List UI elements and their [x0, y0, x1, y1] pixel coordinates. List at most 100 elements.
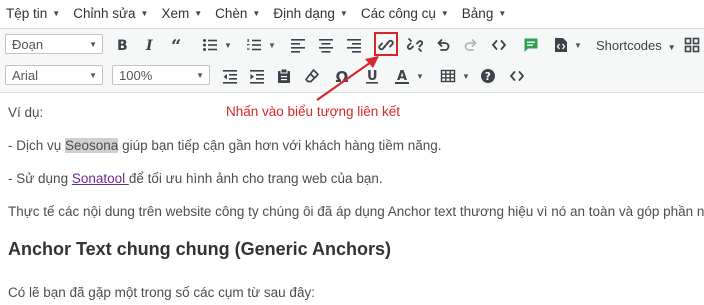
paragraph-sonatool: - Sử dụng Sonatool để tối ưu hình ảnh ch…: [8, 171, 383, 186]
format-select-value: Đoạn: [12, 36, 44, 52]
chevron-down-icon: ▼: [140, 8, 149, 18]
help-icon: ?: [481, 69, 495, 83]
bullet-list-button[interactable]: [198, 33, 222, 57]
paragraph-example: Ví dụ:: [8, 105, 43, 120]
redo-button[interactable]: [459, 33, 483, 57]
menu-insert-label: Chèn: [215, 5, 248, 21]
annotation-text: Nhấn vào biểu tượng liên kết: [226, 104, 400, 119]
italic-button[interactable]: I: [138, 33, 162, 57]
align-center-button[interactable]: [314, 33, 338, 57]
text: giúp bạn tiếp cận gần hơn với khách hàng…: [118, 138, 442, 153]
chevron-down-icon: ▼: [89, 40, 97, 49]
menu-tools[interactable]: Các công cụ ▼: [355, 0, 456, 26]
clipboard-icon: [278, 68, 290, 83]
special-character-button[interactable]: Ω: [330, 64, 354, 88]
heading-generic-anchors: Anchor Text chung chung (Generic Anchors…: [8, 239, 391, 260]
quote-icon: “: [171, 37, 181, 53]
omega-icon: Ω: [336, 68, 349, 84]
paragraph-example-text: Ví dụ:: [8, 105, 44, 120]
text: để tối ưu hình ảnh cho trang web của bạn…: [128, 171, 383, 186]
bullet-list-icon: [203, 39, 217, 51]
align-right-button[interactable]: [342, 33, 366, 57]
chevron-down-icon[interactable]: ▼: [462, 72, 470, 81]
menubar: Tệp tin ▼ Chỉnh sửa ▼ Xem ▼ Chèn ▼ Định dạng…: [0, 0, 704, 26]
svg-text:I: I: [145, 38, 153, 53]
menu-table[interactable]: Bảng ▼: [456, 0, 513, 26]
paragraph-phrases: Có lẽ bạn đã gặp một trong số các cụm từ…: [8, 285, 315, 300]
menu-format-label: Định dạng: [273, 5, 335, 21]
code-icon: [509, 71, 525, 81]
bold-button[interactable]: B: [110, 33, 134, 57]
underline-button[interactable]: U: [360, 64, 384, 88]
table-button[interactable]: [436, 64, 460, 88]
svg-text:?: ?: [485, 71, 491, 83]
chevron-down-icon[interactable]: ▼: [416, 72, 424, 81]
shortcodes-dropdown[interactable]: Shortcodes ▼: [596, 38, 676, 53]
font-size-select[interactable]: 100% ▼: [112, 65, 210, 85]
chevron-down-icon: ▼: [440, 8, 449, 18]
help-button[interactable]: ?: [476, 64, 500, 88]
svg-text:Ω: Ω: [336, 68, 349, 84]
menu-view-label: Xem: [161, 5, 190, 21]
blockquote-button[interactable]: “: [166, 33, 190, 57]
chevron-down-icon: ▼: [667, 43, 676, 52]
underline-icon: U: [366, 69, 378, 84]
menu-table-label: Bảng: [461, 5, 494, 21]
comment-icon: [524, 38, 538, 52]
toolbar-secondary: Arial ▼ 100% ▼ Ω U A ▼ ▼ ?: [0, 60, 704, 93]
editor-content[interactable]: Ví dụ: - Dịch vụ Seosona giúp bạn tiếp c…: [0, 93, 704, 305]
text: - Dịch vụ: [8, 138, 66, 153]
toolbar-toggle-button[interactable]: [680, 33, 704, 57]
chevron-down-icon[interactable]: ▼: [268, 41, 276, 50]
code-sample-button[interactable]: [549, 33, 573, 57]
eraser-icon: [305, 69, 319, 83]
source-code-button[interactable]: [487, 33, 511, 57]
sonatool-link[interactable]: Sonatool: [72, 171, 129, 186]
svg-text:“: “: [171, 37, 181, 53]
chevron-down-icon: ▼: [252, 8, 261, 18]
paragraph-practice-text: Thực tế các nội dung trên website công t…: [8, 204, 704, 219]
unlink-icon: [407, 38, 423, 52]
font-family-select[interactable]: Arial ▼: [5, 65, 103, 85]
numbered-list-button[interactable]: [242, 33, 266, 57]
chevron-down-icon: ▼: [196, 71, 204, 80]
paragraph-seosona: - Dịch vụ Seosona giúp bạn tiếp cận gần …: [8, 138, 442, 153]
chevron-down-icon: ▼: [52, 8, 61, 18]
chevron-down-icon: ▼: [89, 71, 97, 80]
paste-text-button[interactable]: [272, 64, 296, 88]
clear-formatting-button[interactable]: [300, 64, 324, 88]
chevron-down-icon: ▼: [339, 8, 348, 18]
svg-text:A: A: [397, 69, 407, 84]
code-button[interactable]: [505, 64, 529, 88]
format-select[interactable]: Đoạn ▼: [5, 34, 103, 54]
align-right-icon: [347, 39, 361, 53]
annotation-label: Nhấn vào biểu tượng liên kết: [226, 104, 400, 119]
chevron-down-icon[interactable]: ▼: [574, 41, 582, 50]
menu-edit-label: Chỉnh sửa: [73, 5, 136, 21]
indent-button[interactable]: [245, 64, 269, 88]
redo-icon: [464, 39, 477, 51]
align-left-button[interactable]: [286, 33, 310, 57]
undo-icon: [437, 39, 450, 51]
grid-icon: [684, 37, 700, 53]
remove-link-button[interactable]: [403, 33, 427, 57]
menu-tools-label: Các công cụ: [360, 5, 436, 21]
menu-view[interactable]: Xem ▼: [155, 0, 209, 26]
shortcodes-label: Shortcodes: [596, 38, 662, 53]
outdent-icon: [223, 70, 237, 84]
align-center-icon: [319, 39, 333, 53]
menu-edit[interactable]: Chỉnh sửa ▼: [67, 0, 155, 26]
menu-file[interactable]: Tệp tin ▼: [0, 0, 67, 26]
font-family-value: Arial: [12, 67, 39, 83]
selected-text: Seosona: [65, 138, 119, 153]
undo-button[interactable]: [431, 33, 455, 57]
text-color-button[interactable]: A: [390, 64, 414, 88]
chevron-down-icon[interactable]: ▼: [224, 41, 232, 50]
outdent-button[interactable]: [218, 64, 242, 88]
comment-button[interactable]: [519, 33, 543, 57]
align-left-icon: [291, 39, 305, 53]
menu-insert[interactable]: Chèn ▼: [209, 0, 267, 26]
paragraph-practice: Thực tế các nội dung trên website công t…: [8, 204, 704, 219]
menu-format[interactable]: Định dạng ▼: [267, 0, 354, 26]
svg-text:U: U: [367, 69, 378, 84]
